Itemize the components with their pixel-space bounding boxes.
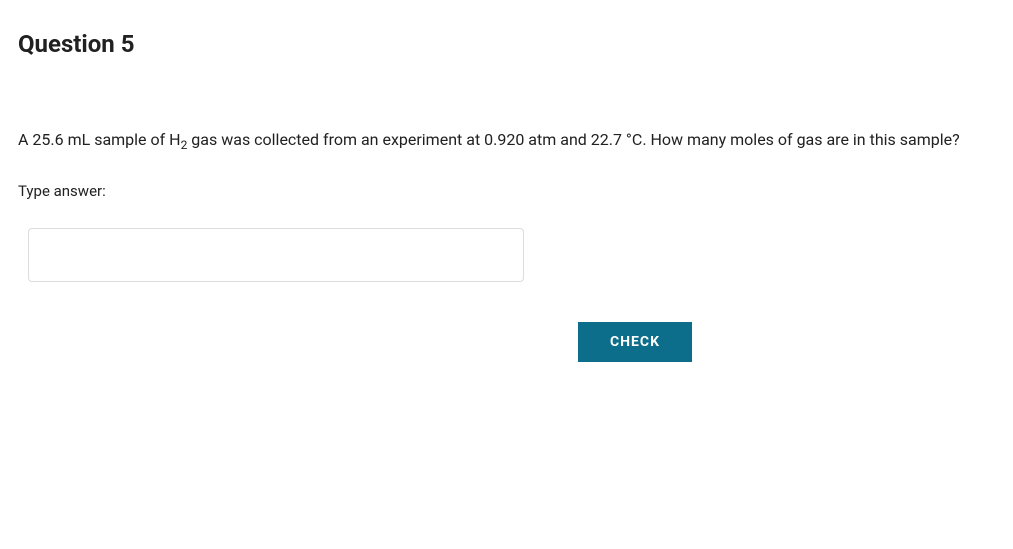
button-row: CHECK	[578, 322, 995, 362]
question-body: A 25.6 mL sample of H2 gas was collected…	[18, 128, 995, 154]
question-title: Question 5	[18, 30, 995, 58]
answer-label: Type answer:	[18, 182, 995, 200]
question-text-post: gas was collected from an experiment at …	[187, 130, 959, 149]
answer-input[interactable]	[28, 228, 524, 282]
question-text-pre: A 25.6 mL sample of H	[18, 130, 181, 149]
check-button[interactable]: CHECK	[578, 322, 692, 362]
